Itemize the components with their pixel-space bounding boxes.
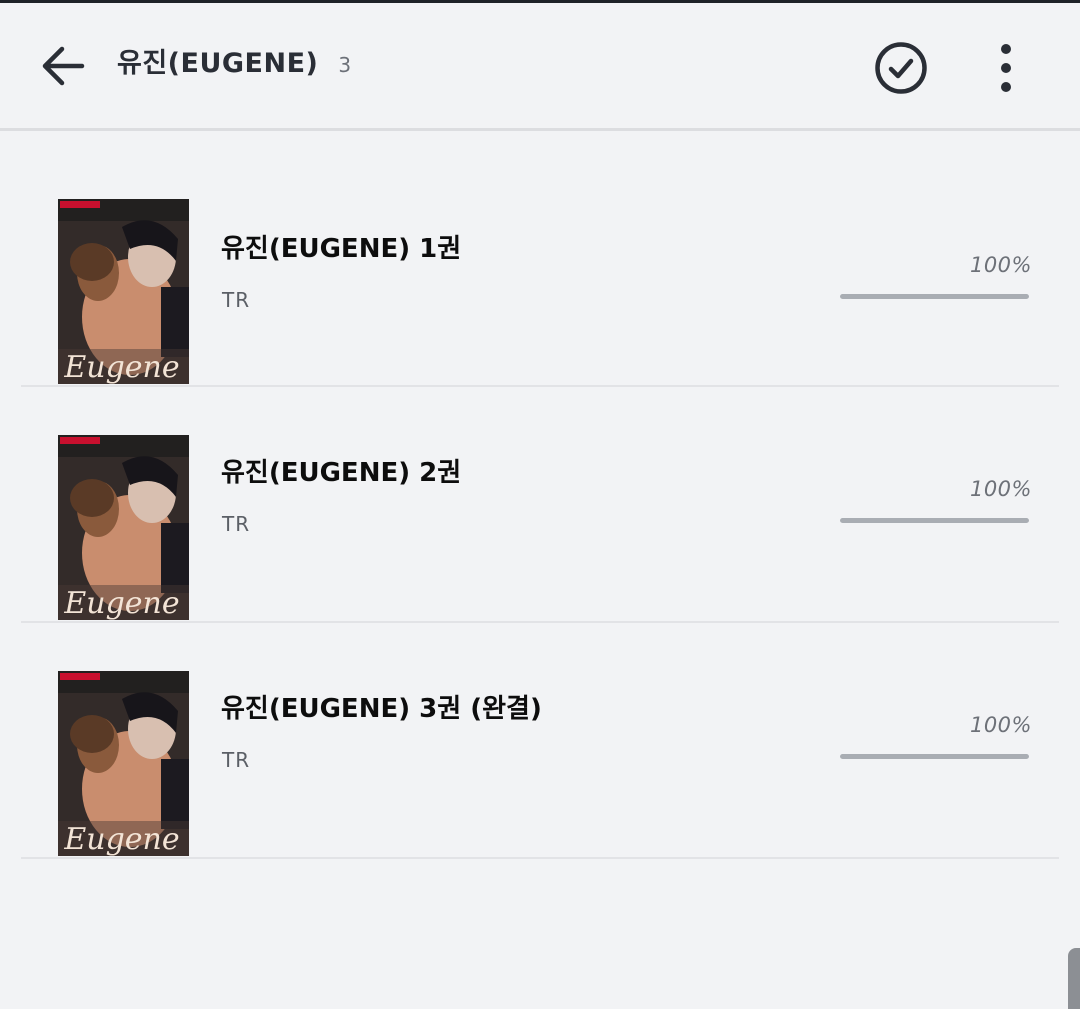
cover-title-lettering: Eugene (63, 822, 179, 856)
title-group: 유진(EUGENE) 3 (117, 41, 351, 80)
back-button[interactable] (30, 33, 96, 99)
book-row[interactable]: Eugene 유진(EUGENE) 2권 TR 100% (21, 387, 1059, 623)
book-cover: Eugene (58, 435, 189, 620)
book-cover: Eugene (58, 671, 189, 856)
cover-title-lettering: Eugene (63, 586, 179, 620)
book-title: 유진(EUGENE) 3권 (완결) (221, 694, 542, 724)
progress-bar-fill (840, 518, 1029, 523)
more-options-button[interactable] (976, 36, 1036, 100)
check-circle-icon (875, 42, 927, 94)
progress-bar (840, 518, 1029, 523)
app-bar: 유진(EUGENE) 3 (0, 3, 1080, 131)
progress-percent: 100% (969, 477, 1032, 501)
book-list: Eugene 유진(EUGENE) 1권 TR 100% Eugene 유진(E… (21, 163, 1059, 859)
book-author: TR (222, 748, 251, 772)
item-count: 3 (338, 53, 352, 77)
scrollbar-handle[interactable] (1068, 948, 1080, 1009)
progress-percent: 100% (969, 253, 1032, 277)
progress-bar-fill (840, 754, 1029, 759)
book-author: TR (222, 288, 251, 312)
more-vertical-icon (1001, 44, 1011, 92)
book-cover: Eugene (58, 199, 189, 384)
book-title: 유진(EUGENE) 1권 (221, 234, 462, 264)
book-title: 유진(EUGENE) 2권 (221, 458, 462, 488)
book-row[interactable]: Eugene 유진(EUGENE) 3권 (완결) TR 100% (21, 623, 1059, 859)
arrow-left-icon (42, 46, 85, 86)
page-title: 유진(EUGENE) (117, 48, 319, 79)
progress-percent: 100% (969, 713, 1032, 737)
book-row[interactable]: Eugene 유진(EUGENE) 1권 TR 100% (21, 163, 1059, 387)
progress-bar-fill (840, 294, 1029, 299)
select-button[interactable] (866, 36, 936, 100)
cover-title-lettering: Eugene (63, 350, 179, 384)
book-author: TR (222, 512, 251, 536)
progress-bar (840, 754, 1029, 759)
progress-bar (840, 294, 1029, 299)
